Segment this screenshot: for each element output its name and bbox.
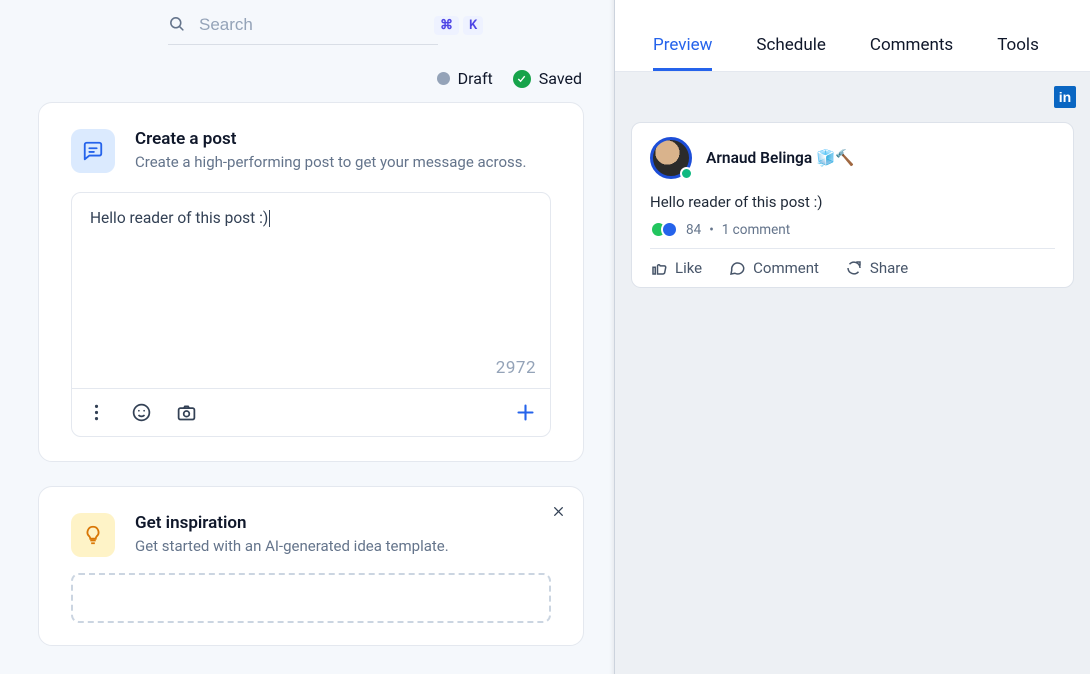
like-button[interactable]: Like: [650, 259, 702, 277]
editor-toolbar: [72, 388, 550, 436]
create-post-subtitle: Create a high-performing post to get you…: [135, 151, 526, 174]
status-row: Draft Saved: [38, 69, 582, 88]
share-label: Share: [870, 259, 908, 277]
post-actions: Like Comment Share: [650, 259, 1055, 277]
camera-button[interactable]: [176, 402, 197, 423]
tab-comments[interactable]: Comments: [870, 35, 953, 71]
preview-area: in Arnaud Belinga 🧊🔨 Hello reader of thi…: [615, 72, 1090, 674]
comment-button[interactable]: Comment: [728, 259, 819, 277]
emoji-button[interactable]: [131, 402, 152, 423]
post-body: Hello reader of this post :): [650, 193, 1055, 211]
draft-status: Draft: [437, 69, 493, 88]
tab-preview[interactable]: Preview: [653, 35, 712, 71]
create-post-card: Create a post Create a high-performing p…: [38, 102, 584, 462]
preview-column: Preview Schedule Comments Tools in Arnau…: [615, 0, 1090, 674]
create-post-title: Create a post: [135, 129, 526, 149]
draft-label: Draft: [458, 69, 493, 88]
search-icon: [168, 15, 185, 36]
inspiration-subtitle: Get started with an AI-generated idea te…: [135, 535, 449, 558]
presence-icon: [680, 167, 693, 180]
lightbulb-icon: [71, 513, 115, 557]
comment-count: 1 comment: [722, 222, 790, 238]
kbd-cmd: ⌘: [434, 16, 459, 35]
inspiration-placeholder[interactable]: [71, 573, 551, 623]
saved-status: Saved: [513, 69, 582, 88]
compose-icon: [71, 129, 115, 173]
search-input[interactable]: [197, 14, 422, 36]
add-button[interactable]: [515, 402, 536, 423]
reactions-icon: [650, 221, 678, 238]
author-name: Arnaud Belinga 🧊🔨: [706, 149, 855, 167]
close-button[interactable]: [547, 501, 569, 523]
tab-schedule[interactable]: Schedule: [756, 35, 825, 71]
inspiration-title: Get inspiration: [135, 513, 449, 533]
post-stats: 84 • 1 comment: [650, 221, 1055, 249]
char-counter: 2972: [496, 358, 536, 378]
kbd-k: K: [463, 16, 483, 35]
stats-separator: •: [709, 222, 714, 238]
search-bar[interactable]: ⌘ K: [168, 10, 438, 45]
tab-tools[interactable]: Tools: [997, 35, 1039, 71]
share-button[interactable]: Share: [845, 259, 908, 277]
search-shortcut: ⌘ K: [434, 16, 483, 35]
saved-label: Saved: [539, 69, 582, 88]
like-label: Like: [675, 259, 702, 277]
tabs: Preview Schedule Comments Tools: [615, 0, 1090, 72]
avatar: [650, 137, 692, 179]
like-count: 84: [686, 222, 701, 238]
dot-icon: [437, 72, 450, 85]
post-textarea[interactable]: Hello reader of this post :) 2972: [72, 193, 550, 388]
more-button[interactable]: [86, 402, 107, 423]
post-editor: Hello reader of this post :) 2972: [71, 192, 551, 437]
post-preview-card: Arnaud Belinga 🧊🔨 Hello reader of this p…: [631, 122, 1074, 288]
check-icon: [513, 70, 531, 88]
linkedin-icon: in: [1054, 86, 1076, 108]
post-content: Hello reader of this post :): [90, 209, 270, 227]
editor-column: ⌘ K Draft Saved Create a post Create a h…: [0, 0, 615, 674]
inspiration-card: Get inspiration Get started with an AI-g…: [38, 486, 584, 646]
comment-label: Comment: [753, 259, 819, 277]
